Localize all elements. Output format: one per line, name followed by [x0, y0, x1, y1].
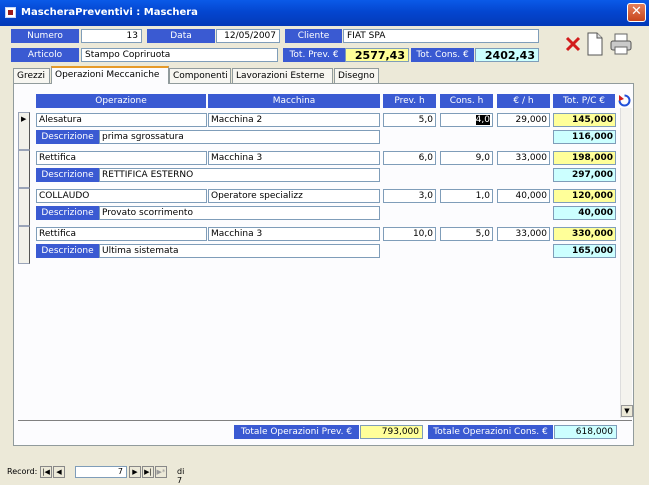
cliente-field[interactable]: FIAT SPA [343, 29, 539, 43]
operazione-field[interactable]: Rettifica [36, 151, 207, 165]
last-record-icon[interactable]: ▶| [142, 466, 154, 478]
data-label: Data [147, 29, 215, 43]
tab-grezzi[interactable]: Grezzi [13, 68, 50, 83]
prev-h-field[interactable]: 5,0 [383, 113, 436, 127]
col-header-macchina: Macchina [208, 94, 380, 108]
cons-h-field[interactable]: 1,0 [440, 189, 493, 203]
tab-componenti[interactable]: Componenti [169, 68, 231, 83]
macchina-field[interactable]: Macchina 3 [208, 151, 380, 165]
printer-icon[interactable] [609, 32, 633, 56]
tot-cons-cell: 297,000 [553, 168, 616, 182]
tot-cons-label: Tot. Cons. € [411, 48, 474, 62]
col-header-operazione: Operazione [36, 94, 206, 108]
tot-cons-field: 2402,43 [475, 48, 539, 62]
first-record-icon[interactable]: |◀ [40, 466, 52, 478]
tab-disegno[interactable]: Disegno [334, 68, 379, 83]
prev-record-icon[interactable]: ◀ [53, 466, 65, 478]
tot-prev-cell: 330,000 [553, 227, 616, 241]
cons-h-value: 4,0 [475, 115, 490, 125]
descrizione-field[interactable]: Provato scorrimento [99, 206, 380, 220]
prev-h-field[interactable]: 6,0 [383, 151, 436, 165]
eur-h-field[interactable]: 33,000 [497, 151, 550, 165]
close-button[interactable]: ✕ [627, 3, 646, 22]
tot-cons-cell: 40,000 [553, 206, 616, 220]
cliente-label: Cliente [285, 29, 342, 43]
cons-h-field[interactable]: 4,0 [440, 113, 493, 127]
eur-h-field[interactable]: 40,000 [497, 189, 550, 203]
next-record-icon[interactable]: ▶ [129, 466, 141, 478]
col-header-eur-h: € / h [497, 94, 550, 108]
numero-label: Numero [11, 29, 79, 43]
list-item: Alesatura Macchina 2 5,0 4,0 29,000 145,… [18, 112, 616, 150]
list-item: COLLAUDO Operatore specializz 3,0 1,0 40… [18, 188, 616, 226]
record-selector[interactable] [18, 150, 30, 188]
tot-op-prev-field: 793,000 [360, 425, 423, 439]
col-header-prev-h: Prev. h [383, 94, 436, 108]
window-title: MascheraPreventivi : Maschera [21, 7, 198, 18]
articolo-field[interactable]: Stampo Copriruota [81, 48, 278, 62]
eur-h-field[interactable]: 33,000 [497, 227, 550, 241]
record-label: Record: [7, 467, 38, 476]
tot-cons-cell: 116,000 [553, 130, 616, 144]
macchina-field[interactable]: Macchina 3 [208, 227, 380, 241]
form-icon [5, 7, 16, 18]
operazione-field[interactable]: Rettifica [36, 227, 207, 241]
tot-prev-cell: 198,000 [553, 151, 616, 165]
scroll-down-icon[interactable]: ▼ [621, 405, 633, 417]
new-document-icon[interactable] [586, 32, 604, 56]
divider [18, 420, 632, 421]
data-field[interactable]: 12/05/2007 [216, 29, 280, 43]
new-record-icon[interactable]: ▶* [155, 466, 167, 478]
record-selector[interactable] [18, 188, 30, 226]
list-item: Rettifica Macchina 3 10,0 5,0 33,000 330… [18, 226, 616, 264]
tot-prev-label: Tot. Prev. € [283, 48, 345, 62]
tot-cons-cell: 165,000 [553, 244, 616, 258]
prev-h-field[interactable]: 3,0 [383, 189, 436, 203]
tab-lavorazioni-esterne[interactable]: Lavorazioni Esterne [232, 68, 333, 83]
record-selector[interactable] [18, 226, 30, 264]
macchina-field[interactable]: Operatore specializz [208, 189, 380, 203]
col-header-cons-h: Cons. h [440, 94, 493, 108]
col-header-tot: Tot. P/C € [553, 94, 615, 108]
tot-prev-cell: 145,000 [553, 113, 616, 127]
record-number-input[interactable]: 7 [75, 466, 127, 478]
tab-operazioni-meccaniche[interactable]: Operazioni Meccaniche [51, 66, 169, 84]
record-count: di 7 [177, 467, 185, 485]
descrizione-label: Descrizione [36, 130, 99, 144]
delete-x-icon[interactable] [563, 34, 583, 54]
operazione-field[interactable]: COLLAUDO [36, 189, 207, 203]
descrizione-field[interactable]: RETTIFICA ESTERNO [99, 168, 380, 182]
cons-h-field[interactable]: 9,0 [440, 151, 493, 165]
macchina-field[interactable]: Macchina 2 [208, 113, 380, 127]
descrizione-label: Descrizione [36, 206, 99, 220]
tot-op-cons-field: 618,000 [554, 425, 617, 439]
eur-h-field[interactable]: 29,000 [497, 113, 550, 127]
tot-prev-cell: 120,000 [553, 189, 616, 203]
tot-op-cons-label: Totale Operazioni Cons. € [428, 425, 553, 439]
articolo-label: Articolo [11, 48, 79, 62]
record-selector[interactable] [18, 112, 30, 150]
numero-field[interactable]: 13 [81, 29, 142, 43]
tot-op-prev-label: Totale Operazioni Prev. € [234, 425, 359, 439]
descrizione-field[interactable]: Ultima sistemata [99, 244, 380, 258]
operazione-field[interactable]: Alesatura [36, 113, 207, 127]
refresh-icon[interactable] [618, 94, 631, 107]
prev-h-field[interactable]: 10,0 [383, 227, 436, 241]
descrizione-label: Descrizione [36, 168, 99, 182]
tot-prev-field: 2577,43 [345, 48, 409, 62]
title-bar: MascheraPreventivi : Maschera ✕ [0, 0, 649, 26]
descrizione-field[interactable]: prima sgrossatura [99, 130, 380, 144]
list-item: Rettifica Macchina 3 6,0 9,0 33,000 198,… [18, 150, 616, 188]
vertical-scrollbar[interactable]: ▼ [620, 108, 633, 418]
descrizione-label: Descrizione [36, 244, 99, 258]
cons-h-field[interactable]: 5,0 [440, 227, 493, 241]
